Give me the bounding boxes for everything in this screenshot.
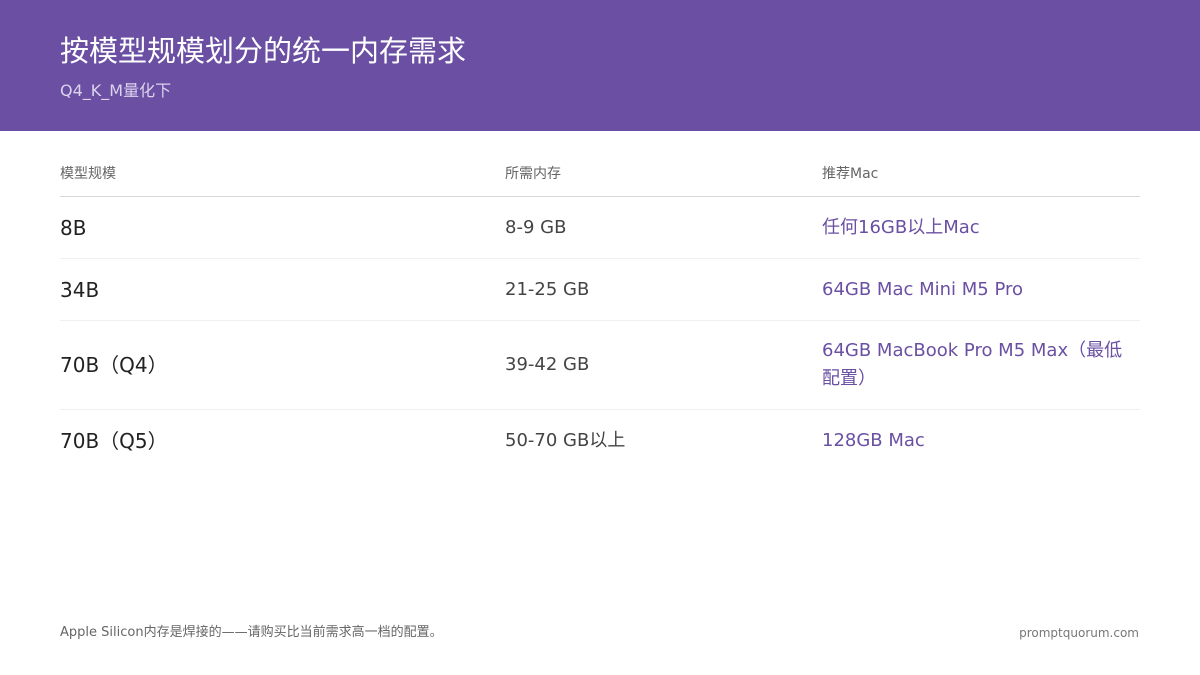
table-header-row: 模型规模 所需内存 推荐Mac bbox=[60, 155, 1140, 197]
model-size-cell: 70B（Q5） bbox=[60, 429, 168, 453]
page-subtitle: Q4_K_M量化下 bbox=[60, 81, 172, 100]
table-row: 34B 21-25 GB 64GB Mac Mini M5 Pro bbox=[60, 259, 1140, 321]
column-header-model-size: 模型规模 bbox=[60, 166, 116, 182]
table-row: 70B（Q5） 50-70 GB以上 128GB Mac bbox=[60, 410, 1140, 472]
model-size-cell: 8B bbox=[60, 215, 87, 240]
footer-site-name: promptquorum.com bbox=[1019, 626, 1139, 640]
slide: 按模型规模划分的统一内存需求 Q4_K_M量化下 模型规模 所需内存 推荐Mac… bbox=[0, 0, 1200, 675]
model-size-cell: 70B（Q4） bbox=[60, 353, 168, 377]
column-header-recommended-mac: 推荐Mac bbox=[822, 166, 879, 182]
table-row: 8B 8-9 GB 任何16GB以上Mac bbox=[60, 197, 1140, 259]
header-banner: 按模型规模划分的统一内存需求 Q4_K_M量化下 bbox=[0, 0, 1200, 131]
memory-cell: 21-25 GB bbox=[505, 278, 590, 300]
table-row: 70B（Q4） 39-42 GB 64GB MacBook Pro M5 Max… bbox=[60, 321, 1140, 410]
recommended-mac-cell: 64GB MacBook Pro M5 Max（最低配置） bbox=[822, 340, 1123, 389]
memory-cell: 39-42 GB bbox=[505, 354, 590, 375]
recommended-mac-cell: 64GB Mac Mini M5 Pro bbox=[822, 278, 1024, 300]
page-title: 按模型规模划分的统一内存需求 bbox=[60, 34, 467, 68]
column-header-required-memory: 所需内存 bbox=[505, 166, 561, 182]
model-size-cell: 34B bbox=[60, 277, 100, 302]
memory-cell: 8-9 GB bbox=[505, 216, 567, 238]
recommended-mac-cell: 128GB Mac bbox=[822, 430, 925, 451]
memory-requirements-table: 模型规模 所需内存 推荐Mac 8B 8-9 GB 任何16GB以上Mac 34… bbox=[60, 155, 1140, 472]
memory-cell: 50-70 GB以上 bbox=[505, 430, 626, 451]
footer-note: Apple Silicon内存是焊接的——请购买比当前需求高一档的配置。 bbox=[60, 625, 443, 640]
recommended-mac-cell: 任何16GB以上Mac bbox=[822, 216, 980, 238]
